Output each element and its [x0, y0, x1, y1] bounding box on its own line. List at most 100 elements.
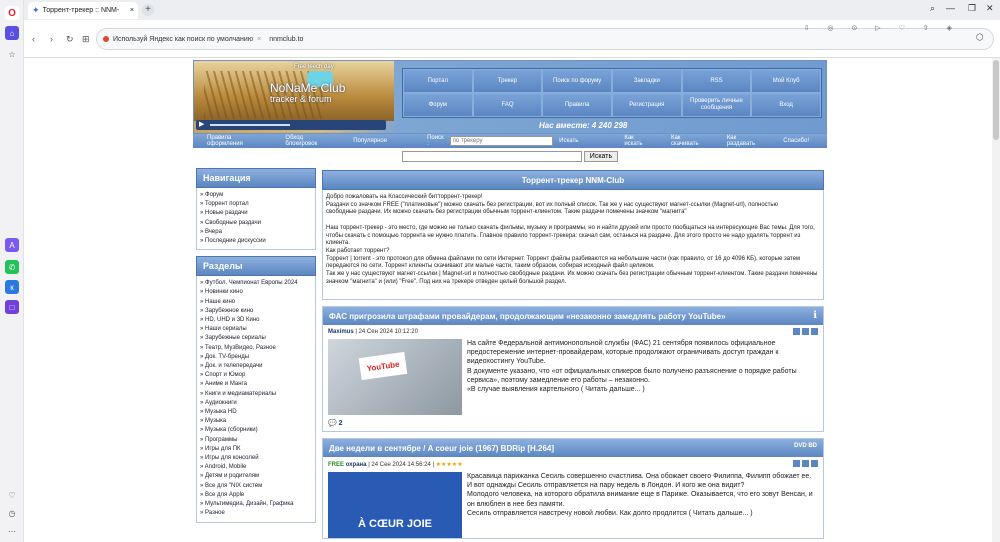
tracker-search-input[interactable]: [449, 136, 554, 146]
play-icon[interactable]: ▶: [199, 120, 204, 128]
search-icon[interactable]: ⌕: [930, 3, 935, 14]
menu-check-messages[interactable]: Проверить личные сообщения: [681, 93, 752, 117]
section-item[interactable]: » Android, Mobile: [200, 463, 312, 472]
speed-dial-icon[interactable]: ⌂: [5, 26, 19, 40]
audio-player[interactable]: ▶: [196, 120, 386, 130]
section-item[interactable]: » Новинки кино: [200, 288, 312, 297]
section-item[interactable]: » Разное: [200, 509, 312, 518]
link-how-seed[interactable]: Как раздавать: [727, 135, 765, 147]
nav-item[interactable]: » Вчера: [200, 228, 312, 237]
tab-active[interactable]: ✦ Торрент-трекер :: NNM- ×: [28, 2, 138, 19]
share-twitter-icon[interactable]: [793, 460, 800, 467]
section-item[interactable]: » Программы: [200, 436, 312, 445]
section-item[interactable]: » Игры для консолей: [200, 454, 312, 463]
menu-bookmarks[interactable]: Закладки: [611, 69, 682, 93]
link-popular[interactable]: Популярное: [353, 138, 387, 144]
link-how-search[interactable]: Как искать: [624, 135, 653, 147]
section-item[interactable]: » Все для "NIX систем: [200, 482, 312, 491]
share-facebook-icon[interactable]: [802, 460, 809, 467]
section-item[interactable]: » Книги и медиаматериалы: [200, 390, 312, 399]
whatsapp-icon[interactable]: ✆: [5, 260, 19, 274]
menu-rules[interactable]: Правила: [542, 93, 612, 117]
section-item[interactable]: » Аниме и Манга: [200, 380, 312, 389]
share-twitter-icon[interactable]: [793, 328, 800, 335]
nav-item[interactable]: » Последние дискуссии: [200, 237, 312, 246]
link-thanks[interactable]: Спасибо!: [783, 138, 809, 144]
page-scrollbar[interactable]: [992, 58, 1000, 542]
extensions-icon[interactable]: ⬡: [976, 32, 984, 43]
url-text[interactable]: nnmclub.to: [269, 36, 303, 43]
section-item[interactable]: » HD, UHD и 3D Кино: [200, 316, 312, 325]
news-author[interactable]: Maximus: [328, 329, 354, 335]
section-item[interactable]: » Док. TV-бренды: [200, 353, 312, 362]
menu-login[interactable]: Вход: [751, 93, 821, 117]
share-vk-icon[interactable]: [811, 460, 818, 467]
menu-rss[interactable]: RSS: [681, 69, 752, 93]
url-hint[interactable]: Используй Яндекс как поиск по умолчанию: [113, 36, 253, 43]
menu-forum[interactable]: Форум: [403, 93, 473, 117]
close-window-icon[interactable]: ✕: [986, 3, 994, 14]
home-grid-icon[interactable]: ⊞: [82, 34, 90, 45]
section-item[interactable]: » Зарубежное кино: [200, 307, 312, 316]
new-tab-button[interactable]: +: [142, 4, 154, 16]
bookmarks-icon[interactable]: ☆: [5, 47, 19, 61]
section-item[interactable]: » Игры для ПК: [200, 445, 312, 454]
news-title[interactable]: ФАС пригрозила штрафами провайдерам, про…: [329, 312, 726, 321]
menu-my-club[interactable]: Мой Клуб: [751, 69, 821, 93]
section-item[interactable]: » Мультимедиа, Дизайн, Графика: [200, 500, 312, 509]
hint-close-icon[interactable]: ×: [257, 36, 261, 43]
release-poster[interactable]: À CŒUR JOIE: [328, 472, 462, 538]
release-paragraph[interactable]: Сесиль отправляется навстречу новой любв…: [467, 509, 818, 518]
extension-icon[interactable]: □: [5, 300, 19, 314]
section-item[interactable]: » Наше кино: [200, 298, 312, 307]
section-item[interactable]: » Футбол. Чемпионат Европы 2024: [200, 279, 312, 288]
menu-faq[interactable]: FAQ: [472, 93, 543, 117]
section-item[interactable]: » Музыка HD: [200, 408, 312, 417]
url-actions[interactable]: ⇩ ◎ ⊙ ▷ ♡ ⇧ ◈: [804, 24, 960, 32]
link-how-download[interactable]: Как скачивать: [671, 135, 709, 147]
tab-close-icon[interactable]: ×: [130, 7, 134, 14]
release-author[interactable]: охрана: [346, 462, 367, 468]
site-search-input[interactable]: [401, 151, 582, 162]
share-vk-icon[interactable]: [811, 328, 818, 335]
news-paragraph[interactable]: «В случае выявления картельного ( Читать…: [467, 385, 818, 394]
section-item[interactable]: » Аудиокниги: [200, 399, 312, 408]
nav-item[interactable]: » Торрент портал: [200, 200, 312, 209]
menu-tracker[interactable]: Трекер: [472, 69, 543, 93]
more-icon[interactable]: ⋯: [5, 524, 19, 538]
nav-item[interactable]: » Новые раздачи: [200, 209, 312, 218]
aria-icon[interactable]: A: [5, 238, 19, 252]
link-bypass-block[interactable]: Обход блокировок: [285, 135, 335, 147]
history-icon[interactable]: ◷: [5, 506, 19, 520]
site-logo[interactable]: NoNaMe Club tracker & forum: [270, 82, 345, 105]
maximize-icon[interactable]: ❐: [968, 3, 976, 14]
reload-icon[interactable]: ↻: [66, 34, 74, 45]
section-item[interactable]: » Театр, МузВидео, Разное: [200, 344, 312, 353]
comment-icon[interactable]: 💬: [328, 420, 337, 427]
back-icon[interactable]: ‹: [32, 34, 35, 44]
site-search-button[interactable]: Искать: [583, 151, 619, 162]
nav-item[interactable]: » Форум: [200, 191, 312, 200]
section-item[interactable]: » Док. и телепередачи: [200, 362, 312, 371]
vk-icon[interactable]: к: [5, 280, 19, 294]
scrollbar-thumb[interactable]: [993, 60, 999, 140]
section-item[interactable]: » Наши сериалы: [200, 325, 312, 334]
release-title[interactable]: Две недели в сентябре / A coeur joie (19…: [329, 444, 554, 453]
section-item[interactable]: » Детям и родителям: [200, 472, 312, 481]
news-thumbnail[interactable]: YouTube: [328, 339, 462, 415]
player-progress[interactable]: [210, 124, 290, 126]
forward-icon[interactable]: ›: [50, 34, 53, 44]
heart-icon[interactable]: ♡: [5, 488, 19, 502]
menu-portal[interactable]: Портал: [403, 69, 473, 93]
section-item[interactable]: » Музыка: [200, 417, 312, 426]
search-link[interactable]: Искать: [559, 138, 578, 144]
comment-count[interactable]: 2: [339, 420, 343, 427]
menu-register[interactable]: Регистрация: [611, 93, 682, 117]
link-design-rules[interactable]: Правила оформления: [207, 135, 267, 147]
menu-forum-search[interactable]: Поиск по форуму: [542, 69, 612, 93]
section-item[interactable]: » Зарубежные сериалы: [200, 334, 312, 343]
share-facebook-icon[interactable]: [802, 328, 809, 335]
nav-item[interactable]: » Свободные раздачи: [200, 219, 312, 228]
section-item[interactable]: » Спорт и Юмор: [200, 371, 312, 380]
opera-logo-icon[interactable]: O: [5, 6, 19, 20]
